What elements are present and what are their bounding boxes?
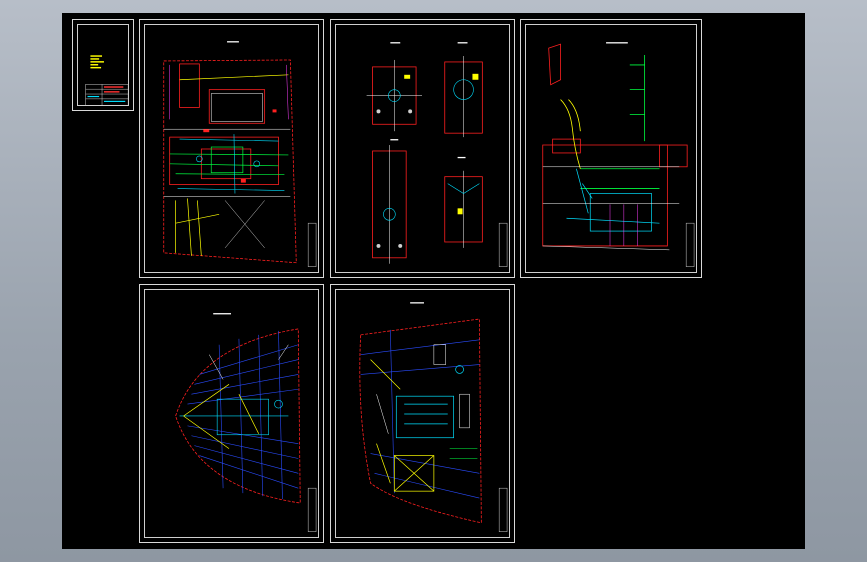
sheet-section[interactable] bbox=[520, 19, 702, 278]
details-drawing bbox=[366, 42, 508, 267]
plan-1-drawing bbox=[163, 41, 317, 267]
sheet-deck-plan[interactable] bbox=[330, 284, 515, 543]
cover-sheet-drawing bbox=[85, 55, 129, 106]
deck-plan-drawing bbox=[359, 302, 508, 532]
cover-sheet[interactable] bbox=[72, 19, 134, 111]
section-drawing bbox=[542, 42, 695, 267]
cad-drawing-viewport[interactable] bbox=[62, 13, 805, 549]
sheet-details[interactable] bbox=[330, 19, 515, 278]
sheet-bow-plan[interactable] bbox=[139, 284, 324, 543]
bow-plan-drawing bbox=[175, 313, 317, 532]
sheet-plan-1[interactable] bbox=[139, 19, 324, 278]
